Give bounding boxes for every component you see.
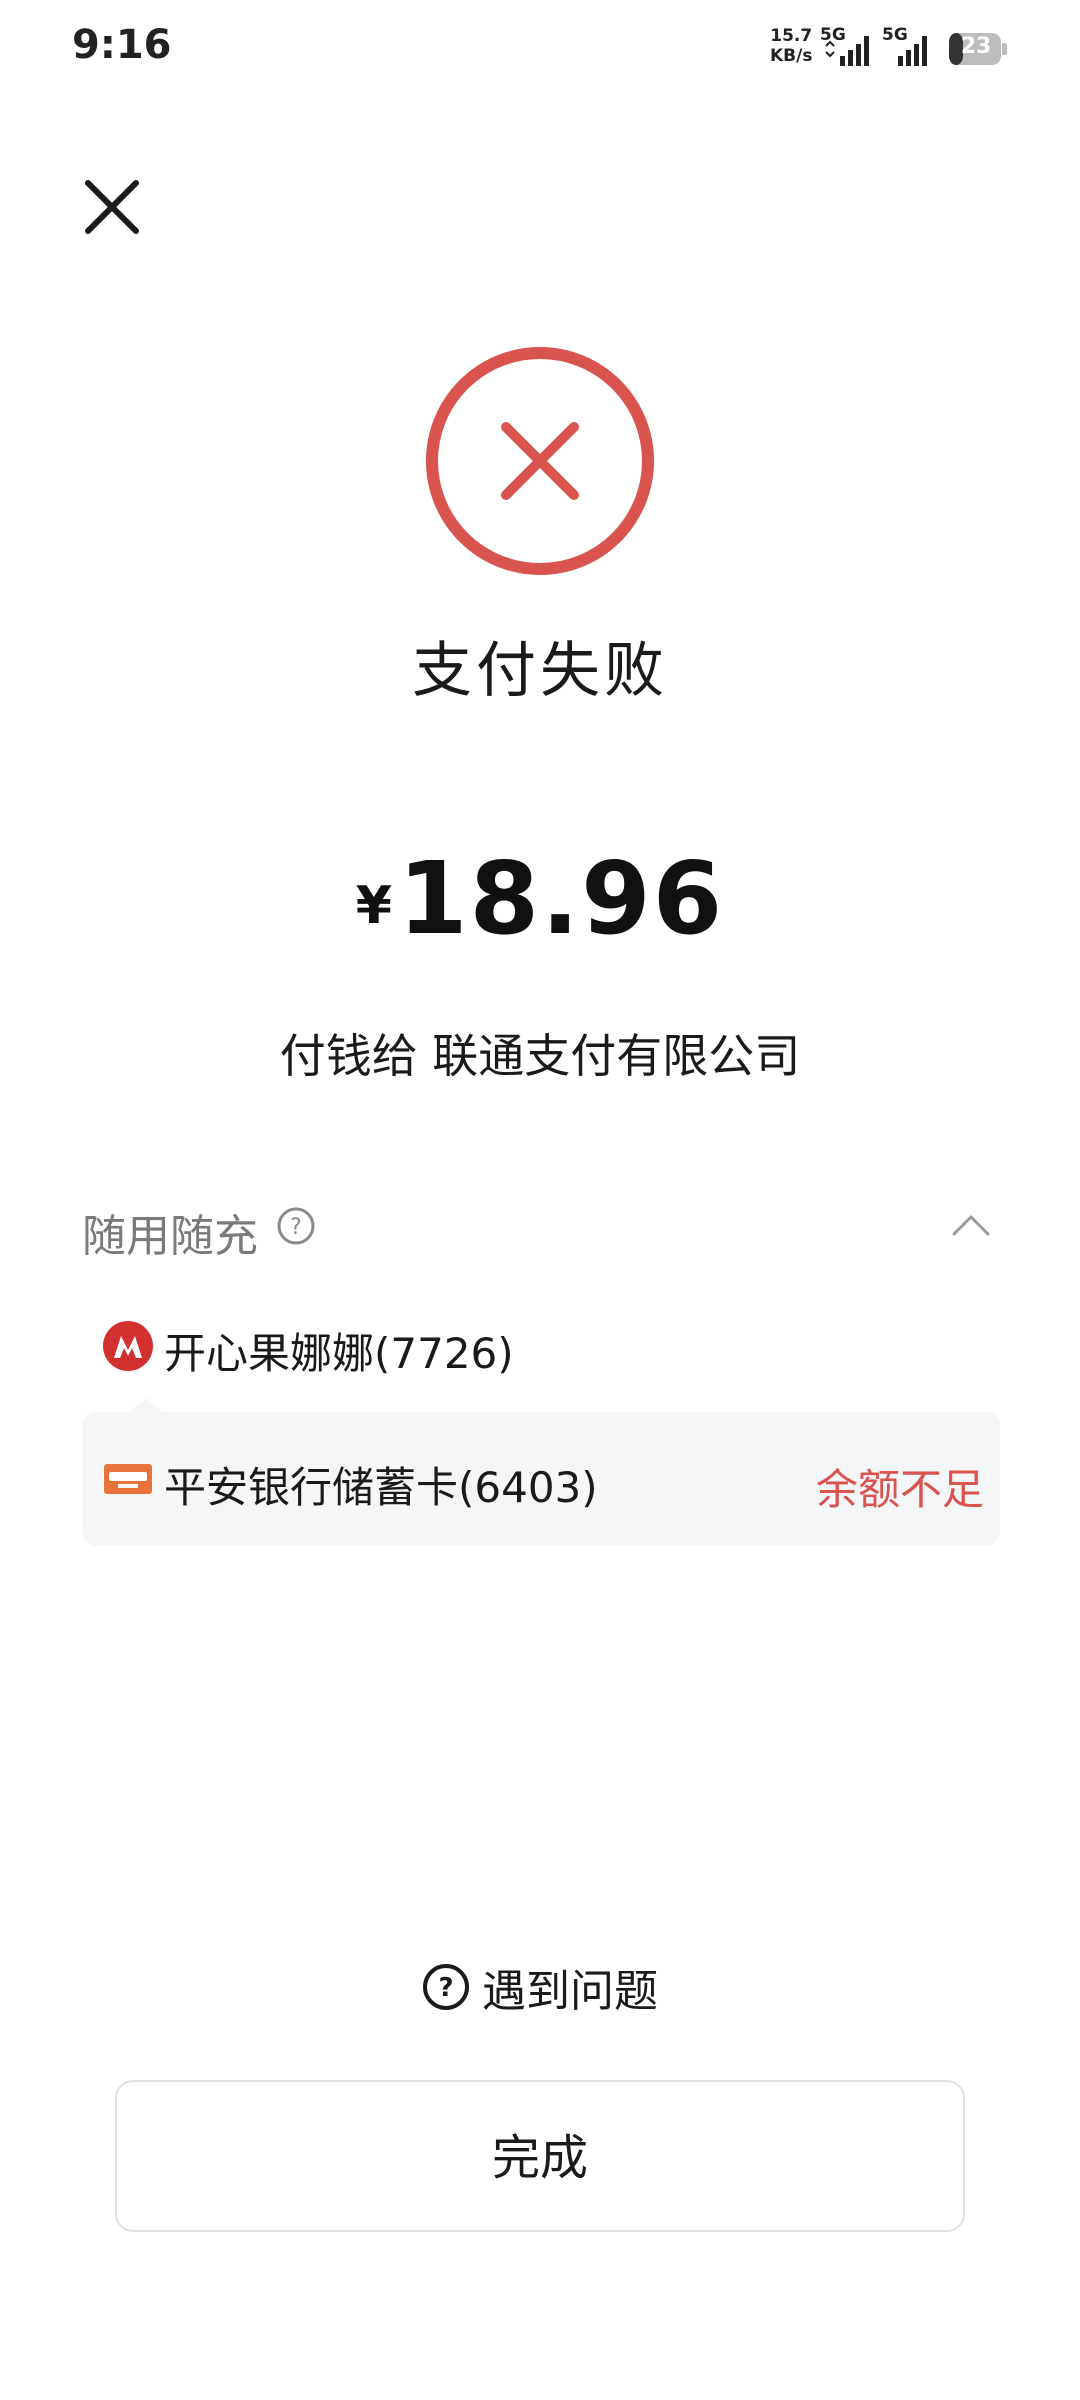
status-time: 9:16 (72, 22, 172, 68)
problem-help-link[interactable]: ? 遇到问题 (0, 1955, 1080, 2019)
signal-strength-icon: 5G (820, 25, 869, 66)
battery-level: 23 (960, 34, 992, 59)
status-bar: 9:16 15.7 KB/s 5G 5G 23 (0, 0, 1080, 100)
payment-method-label: 开心果娜娜(7726) (164, 1329, 514, 1378)
question-circle-icon[interactable]: ? (276, 1206, 316, 1246)
question-circle-icon: ? (423, 1964, 469, 2010)
chevron-up-icon[interactable] (950, 1210, 992, 1240)
network-speed-unit: KB/s (770, 46, 813, 66)
done-button[interactable]: 完成 (115, 2080, 965, 2232)
close-icon[interactable] (80, 175, 144, 239)
cmb-bank-logo (103, 1321, 153, 1371)
svg-text:?: ? (438, 1973, 453, 2003)
insufficient-balance-status: 余额不足 (815, 1465, 984, 1514)
result-title: 支付失败 (412, 636, 668, 706)
fail-x-circle-icon (426, 347, 654, 575)
network-type-label-2: 5G (882, 25, 908, 45)
currency-symbol: ¥ (355, 876, 392, 936)
amount-value: 18.96 (397, 840, 725, 957)
pingan-bank-card-icon (104, 1464, 152, 1494)
payment-method-item-selected[interactable]: 平安银行储蓄卡(6403) 余额不足 (82, 1398, 1000, 1546)
network-speed: 15.7 KB/s (770, 26, 812, 66)
payment-method-label: 平安银行储蓄卡(6403) (164, 1463, 598, 1512)
selection-pointer (130, 1398, 162, 1412)
payment-method-item[interactable]: 开心果娜娜(7726) (82, 1310, 1002, 1390)
section-title: 随用随充 (82, 1211, 258, 1262)
problem-help-label: 遇到问题 (482, 1966, 658, 2017)
payee-text: 付钱给 联通支付有限公司 (279, 1029, 801, 1083)
svg-text:?: ? (290, 1215, 302, 1240)
network-type-label-1: 5G (820, 25, 846, 45)
payment-amount: ¥18.96 (0, 840, 1080, 957)
signal-strength-icon: 5G (882, 25, 927, 66)
network-speed-value: 15.7 (770, 26, 813, 46)
